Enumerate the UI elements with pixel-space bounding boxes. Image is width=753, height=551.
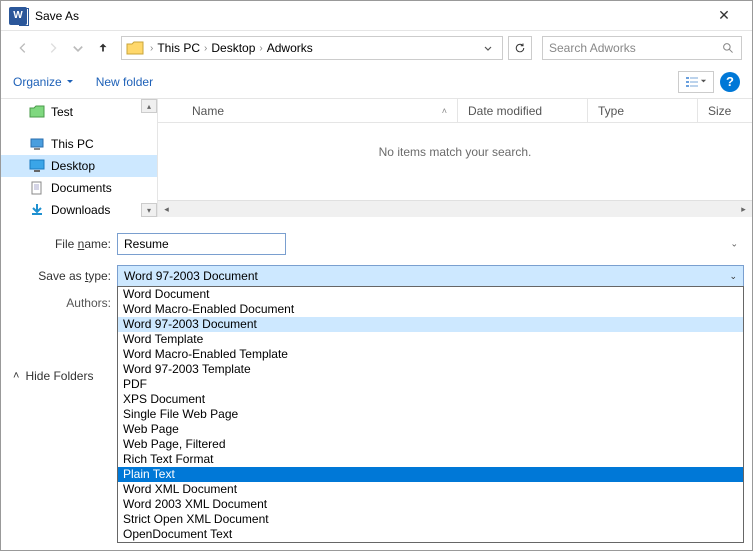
recent-locations-button[interactable]	[71, 36, 85, 60]
documents-icon	[29, 181, 45, 195]
sort-ascending-icon: ˄	[442, 106, 447, 116]
pc-icon	[29, 137, 45, 151]
empty-message: No items match your search.	[158, 123, 752, 200]
folder-icon	[29, 105, 45, 119]
savetype-option[interactable]: Strict Open XML Document	[118, 512, 743, 527]
column-size[interactable]: Size	[698, 99, 752, 122]
horizontal-scrollbar[interactable]: ◂ ▸	[158, 200, 752, 217]
savetype-combobox[interactable]: Word 97-2003 Document ⌄	[117, 265, 744, 287]
savetype-label: Save as type:	[9, 269, 117, 283]
savetype-option[interactable]: Web Page	[118, 422, 743, 437]
help-button[interactable]: ?	[720, 72, 740, 92]
downloads-icon	[29, 203, 45, 217]
list-header: Name ˄ Date modified Type Size	[158, 99, 752, 123]
savetype-option[interactable]: Rich Text Format	[118, 452, 743, 467]
navigation-tree[interactable]: ▴ Test This PC Desktop Documents Downloa…	[1, 99, 158, 217]
view-options-button[interactable]	[678, 71, 714, 93]
hide-folders-button[interactable]: ˄ Hide Folders	[13, 369, 93, 383]
chevron-down-icon: ⌄	[729, 271, 737, 282]
savetype-option[interactable]: XPS Document	[118, 392, 743, 407]
filename-input[interactable]	[117, 233, 286, 255]
breadcrumb-item[interactable]: Adworks	[267, 41, 313, 55]
chevron-up-icon: ˄	[13, 370, 19, 382]
word-app-icon: W	[9, 7, 27, 25]
window-title: Save As	[35, 9, 704, 23]
search-input[interactable]: Search Adworks	[542, 36, 742, 60]
new-folder-button[interactable]: New folder	[96, 75, 153, 89]
savetype-option[interactable]: Word Macro-Enabled Document	[118, 302, 743, 317]
breadcrumb-item[interactable]: Desktop	[211, 41, 255, 55]
back-button[interactable]	[11, 36, 35, 60]
tree-item-test[interactable]: Test	[1, 101, 157, 123]
address-dropdown-button[interactable]	[478, 38, 498, 58]
chevron-down-icon	[66, 78, 74, 86]
folder-icon	[126, 41, 144, 55]
scroll-right-button[interactable]: ▸	[735, 201, 752, 217]
close-button[interactable]: ✕	[704, 2, 744, 30]
chevron-right-icon: ›	[204, 43, 207, 54]
breadcrumb-item[interactable]: This PC	[157, 41, 200, 55]
search-placeholder: Search Adworks	[549, 41, 722, 55]
tree-item-downloads[interactable]: Downloads	[1, 199, 157, 217]
savetype-option[interactable]: Single File Web Page	[118, 407, 743, 422]
scroll-left-button[interactable]: ◂	[158, 201, 175, 217]
tree-scroll-up-button[interactable]: ▴	[141, 99, 157, 113]
search-icon	[722, 42, 735, 55]
organize-menu[interactable]: Organize	[13, 75, 74, 89]
tree-item-documents[interactable]: Documents	[1, 177, 157, 199]
tree-item-desktop[interactable]: Desktop	[1, 155, 157, 177]
savetype-dropdown[interactable]: Word DocumentWord Macro-Enabled Document…	[117, 286, 744, 543]
chevron-down-icon[interactable]: ⌄	[730, 239, 738, 250]
savetype-option[interactable]: Word 97-2003 Document	[118, 317, 743, 332]
savetype-option[interactable]: Word Macro-Enabled Template	[118, 347, 743, 362]
savetype-option[interactable]: Word 2003 XML Document	[118, 497, 743, 512]
chevron-down-icon	[700, 78, 707, 85]
address-bar[interactable]: › This PC › Desktop › Adworks	[121, 36, 503, 60]
forward-button[interactable]	[41, 36, 65, 60]
savetype-option[interactable]: PDF	[118, 377, 743, 392]
column-type[interactable]: Type	[588, 99, 698, 122]
column-date-modified[interactable]: Date modified	[458, 99, 588, 122]
column-name[interactable]: Name ˄	[158, 99, 458, 122]
chevron-right-icon: ›	[150, 43, 153, 54]
tree-scroll-down-button[interactable]: ▾	[141, 203, 157, 217]
savetype-option[interactable]: Word Template	[118, 332, 743, 347]
refresh-button[interactable]	[508, 36, 532, 60]
savetype-option[interactable]: Word XML Document	[118, 482, 743, 497]
savetype-option[interactable]: Word 97-2003 Template	[118, 362, 743, 377]
savetype-option[interactable]: OpenDocument Text	[118, 527, 743, 542]
authors-label: Authors:	[9, 296, 117, 310]
savetype-option[interactable]: Word Document	[118, 287, 743, 302]
up-button[interactable]	[91, 36, 115, 60]
list-view-icon	[685, 76, 699, 88]
tree-item-this-pc[interactable]: This PC	[1, 133, 157, 155]
chevron-right-icon: ›	[259, 43, 262, 54]
savetype-option[interactable]: Web Page, Filtered	[118, 437, 743, 452]
savetype-option[interactable]: Plain Text	[118, 467, 743, 482]
filename-label: File name:	[9, 237, 117, 251]
desktop-icon	[29, 159, 45, 173]
